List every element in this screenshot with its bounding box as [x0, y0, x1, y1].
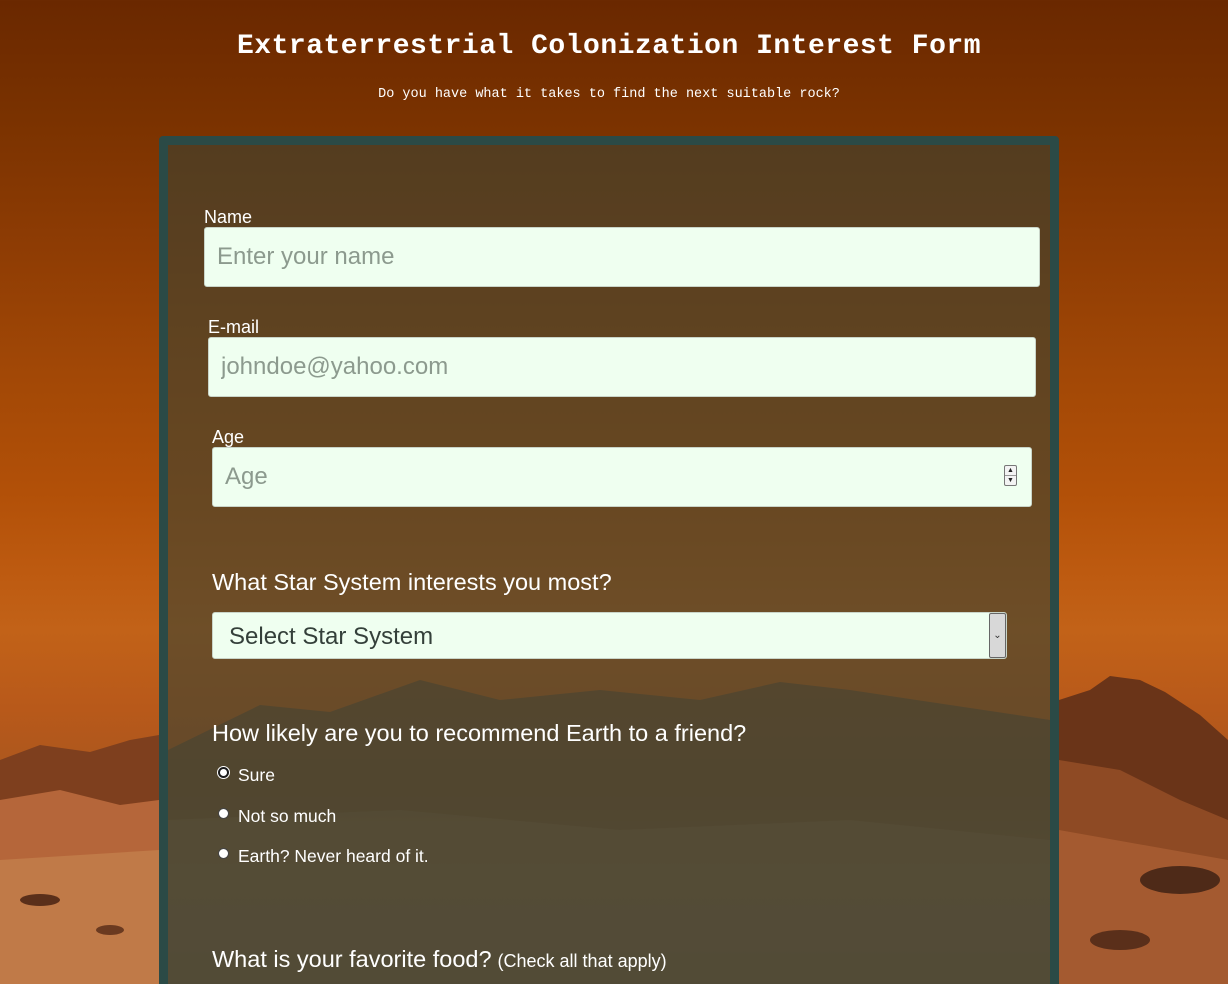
email-label: E-mail: [208, 317, 260, 337]
chevron-down-icon[interactable]: ⌄: [989, 613, 1006, 658]
radio-button[interactable]: [218, 848, 229, 859]
food-question: What is your favorite food? (Check all th…: [212, 946, 667, 973]
number-spinner-icon[interactable]: ▲ ▼: [1004, 465, 1017, 486]
star-system-question: What Star System interests you most?: [212, 569, 612, 595]
spinner-down-icon[interactable]: ▼: [1005, 476, 1016, 485]
age-input[interactable]: [212, 447, 1032, 507]
name-input[interactable]: [204, 227, 1040, 287]
radio-label: Not so much: [238, 806, 337, 826]
radio-button[interactable]: [218, 808, 229, 819]
spinner-up-icon[interactable]: ▲: [1005, 466, 1016, 476]
age-label: Age: [212, 427, 245, 447]
survey-form: Name E-mail Age ▲ ▼ What Star System int…: [159, 136, 1059, 984]
food-question-hint: (Check all that apply): [497, 951, 667, 971]
radio-label: Sure: [238, 765, 275, 785]
page-title: Extraterrestrial Colonization Interest F…: [236, 31, 982, 62]
recommend-question: How likely are you to recommend Earth to…: [212, 720, 747, 746]
radio-label: Earth? Never heard of it.: [238, 846, 429, 866]
name-label: Name: [204, 207, 253, 227]
radio-button[interactable]: [218, 767, 229, 778]
food-question-text: What is your favorite food?: [212, 946, 492, 972]
email-input[interactable]: [208, 337, 1036, 397]
star-system-selected-value: Select Star System: [229, 623, 434, 650]
page-subtitle: Do you have what it takes to find the ne…: [378, 87, 840, 102]
star-system-select[interactable]: Select Star System ⌄: [212, 612, 1007, 659]
